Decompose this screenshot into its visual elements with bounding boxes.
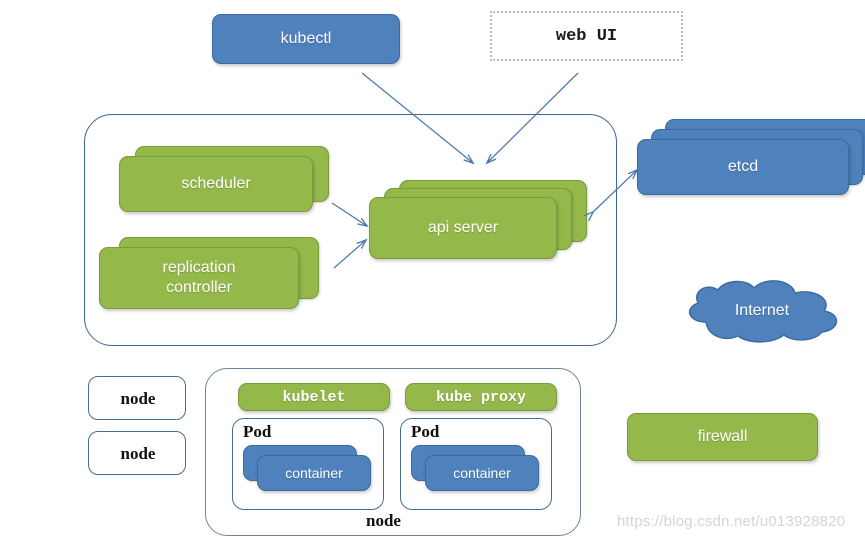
standalone-node-box-1[interactable]: node — [88, 376, 186, 420]
scheduler-box[interactable]: scheduler — [119, 146, 329, 212]
kubectl-box[interactable]: kubectl — [212, 14, 400, 64]
container-label-1: container — [257, 455, 371, 491]
kube-proxy-label: kube proxy — [405, 383, 557, 411]
web-ui-box[interactable]: web UI — [490, 11, 683, 61]
api-server-box[interactable]: api server — [369, 180, 587, 259]
replication-controller-box[interactable]: replication controller — [99, 237, 319, 309]
kube-proxy-box[interactable]: kube proxy — [405, 383, 557, 411]
container-box-2[interactable]: container — [411, 445, 541, 491]
etcd-label: etcd — [637, 139, 849, 195]
standalone-node-box-2[interactable]: node — [88, 431, 186, 475]
kubelet-box[interactable]: kubelet — [238, 383, 390, 411]
pod-title-1: Pod — [243, 422, 272, 441]
worker-node-footer-label: node — [366, 511, 401, 530]
standalone-node-label-2: node — [120, 444, 156, 463]
replication-controller-label-line1: replication — [162, 259, 236, 277]
internet-label: Internet — [734, 302, 790, 319]
web-ui-label: web UI — [555, 26, 618, 46]
watermark-text: https://blog.csdn.net/u013928820 — [617, 513, 846, 530]
standalone-node-label-1: node — [120, 389, 156, 408]
diagram-canvas: kubectl web UI scheduler replication con… — [0, 0, 865, 546]
etcd-box[interactable]: etcd — [637, 119, 865, 195]
firewall-label: firewall — [627, 413, 818, 461]
internet-cloud[interactable]: Internet — [676, 278, 848, 344]
pod-title-2: Pod — [411, 422, 440, 441]
kubelet-label: kubelet — [238, 383, 390, 411]
kubectl-label: kubectl — [212, 14, 400, 64]
replication-controller-label-line2: controller — [166, 279, 232, 296]
firewall-box[interactable]: firewall — [627, 413, 818, 461]
container-box-1[interactable]: container — [243, 445, 373, 491]
container-label-2: container — [425, 455, 539, 491]
api-server-label: api server — [369, 197, 557, 259]
replication-controller-label-wrap: replication controller — [99, 247, 299, 309]
scheduler-label: scheduler — [119, 156, 313, 212]
